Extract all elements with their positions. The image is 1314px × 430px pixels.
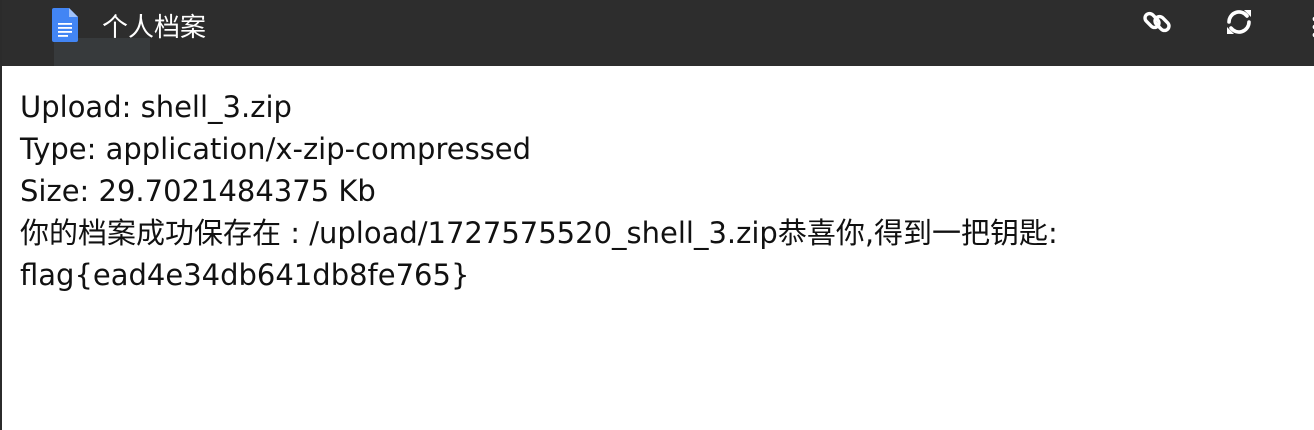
link-button[interactable] [1139, 4, 1175, 40]
google-docs-icon [52, 8, 78, 42]
window-title: 个人档案 [102, 13, 207, 43]
upload-filename-line: Upload: shell_3.zip [20, 90, 292, 124]
upload-type-line: Type: application/x-zip-compressed [20, 132, 532, 166]
upload-result-text: Upload: shell_3.zip Type: application/x-… [20, 86, 1304, 296]
upload-path-line: 你的档案成功保存在 : /upload/1727575520_shell_3.z… [20, 216, 1058, 250]
link-icon [1143, 11, 1171, 33]
app-window: 个人档案 Upload: shell_3.zip Type: applicati… [0, 0, 1314, 430]
flag-line: flag{ead4e34db641db8fe765} [20, 258, 470, 292]
upload-size-line: Size: 29.7021484375 Kb [20, 174, 376, 208]
more-vert-icon [1312, 16, 1314, 38]
more-button[interactable] [1304, 14, 1314, 44]
top-bar: 个人档案 [2, 0, 1314, 66]
refresh-button[interactable] [1221, 4, 1257, 40]
refresh-icon [1227, 10, 1251, 34]
